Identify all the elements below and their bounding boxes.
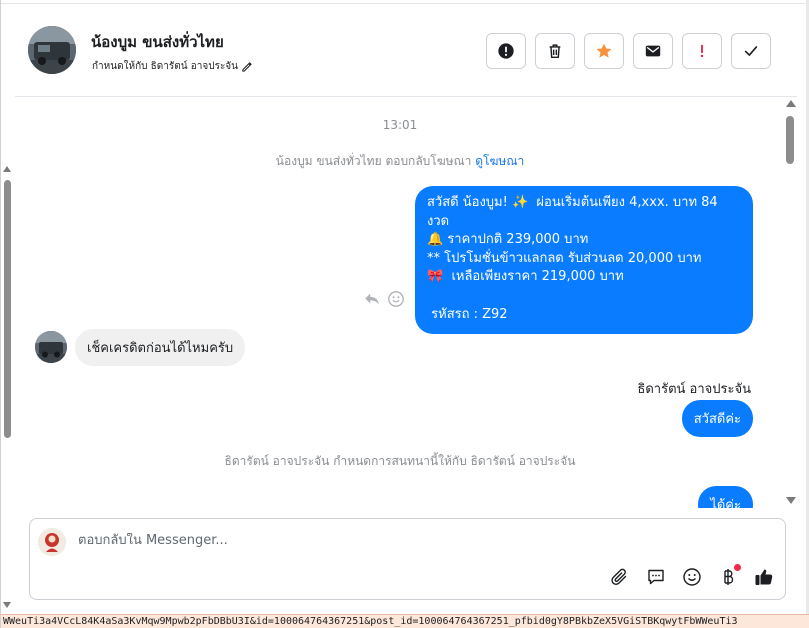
thread-scrollbar[interactable] <box>784 98 798 508</box>
scrollbar-thumb[interactable] <box>786 116 794 164</box>
follow-up-button[interactable] <box>682 33 722 69</box>
message-thread[interactable]: 13:01 น้องบูม ขนส่งทั่วไทย ตอบกลับโฆษณา … <box>15 98 785 508</box>
truck-photo-icon <box>28 26 76 74</box>
mark-spam-button[interactable] <box>486 33 526 69</box>
envelope-icon <box>645 45 661 57</box>
page-logo-icon <box>38 528 66 556</box>
assigned-to-label[interactable]: กำหนดให้กับ ธิดารัตน์ อาจประจัน <box>92 59 252 74</box>
conversation-header: น้องบูม ขนส่งทั่วไทย กำหนดให้กับ ธิดารัต… <box>15 4 797 97</box>
status-url-bar: WWeuTi3a4VCcL84K4aSa3KvMqw9Mpwb2pFbDBbU3… <box>1 614 809 628</box>
reply-input[interactable] <box>78 533 678 548</box>
exclamation-icon <box>700 44 704 58</box>
payment-button[interactable] <box>717 564 741 588</box>
message-actions <box>363 290 405 308</box>
react-emoji-icon[interactable] <box>387 290 405 308</box>
scrollbar-thumb[interactable] <box>4 180 11 438</box>
like-button[interactable] <box>753 566 775 588</box>
scroll-up-arrow-icon[interactable] <box>3 166 11 172</box>
ad-reply-text: น้องบูม ขนส่งทั่วไทย ตอบกลับโฆษณา <box>275 154 472 168</box>
mark-done-button[interactable] <box>731 33 771 69</box>
assignment-notice: ธิดารัตน์ อาจประจัน กำหนดการสนทนานี้ให้ก… <box>224 454 576 468</box>
notification-dot <box>734 564 741 571</box>
sender-name: ธิดารัตน์ อาจประจัน <box>637 382 751 397</box>
pencil-icon[interactable] <box>241 61 252 72</box>
attach-button[interactable] <box>609 566 631 588</box>
chat-template-icon <box>648 569 664 585</box>
paperclip-icon <box>611 568 627 585</box>
contact-avatar-small <box>35 331 67 363</box>
page-avatar <box>38 528 66 556</box>
message-timestamp: 13:01 <box>382 118 418 132</box>
star-icon <box>596 43 612 58</box>
view-ad-link[interactable]: ดูโฆษณา <box>475 154 524 168</box>
truck-photo-icon <box>35 331 67 363</box>
scroll-up-arrow-icon[interactable] <box>786 100 796 107</box>
delete-button[interactable] <box>535 33 575 69</box>
emoji-icon <box>683 568 701 586</box>
reply-icon[interactable] <box>363 290 381 308</box>
outgoing-message-bubble[interactable]: ได้ค่ะ <box>698 486 753 508</box>
incoming-message-bubble[interactable]: เช็คเครดิตก่อนได้ไหมครับ <box>75 329 246 366</box>
saved-replies-button[interactable] <box>645 566 667 588</box>
alert-circle-icon <box>498 43 514 59</box>
contact-avatar[interactable] <box>28 26 76 74</box>
star-button[interactable] <box>584 33 624 69</box>
assigned-to-text: กำหนดให้กับ ธิดารัตน์ อาจประจัน <box>92 61 239 72</box>
scroll-down-arrow-icon[interactable] <box>3 602 11 608</box>
emoji-button[interactable] <box>681 566 703 588</box>
outgoing-message-bubble[interactable]: สวัสดี น้องบูม! ✨ ผ่อนเริ่มต้นเพียง 4,xx… <box>415 186 753 335</box>
composer-tools <box>609 564 775 588</box>
ad-reply-notice: น้องบูม ขนส่งทั่วไทย ตอบกลับโฆษณา ดูโฆษณ… <box>15 152 785 171</box>
outgoing-message-bubble[interactable]: สวัสดีค่ะ <box>681 400 753 437</box>
scroll-down-arrow-icon[interactable] <box>786 497 796 504</box>
messenger-inbox-window: น้องบูม ขนส่งทั่วไทย กำหนดให้กับ ธิดารัต… <box>0 0 809 628</box>
trash-icon <box>549 44 561 59</box>
contact-name[interactable]: น้องบูม ขนส่งทั่วไทย <box>91 30 224 54</box>
page-scrollbar[interactable] <box>1 160 13 610</box>
mark-unread-button[interactable] <box>633 33 673 69</box>
thumbs-up-icon <box>755 569 773 585</box>
reply-composer <box>29 518 786 600</box>
check-icon <box>744 46 758 56</box>
header-action-buttons <box>486 33 771 69</box>
